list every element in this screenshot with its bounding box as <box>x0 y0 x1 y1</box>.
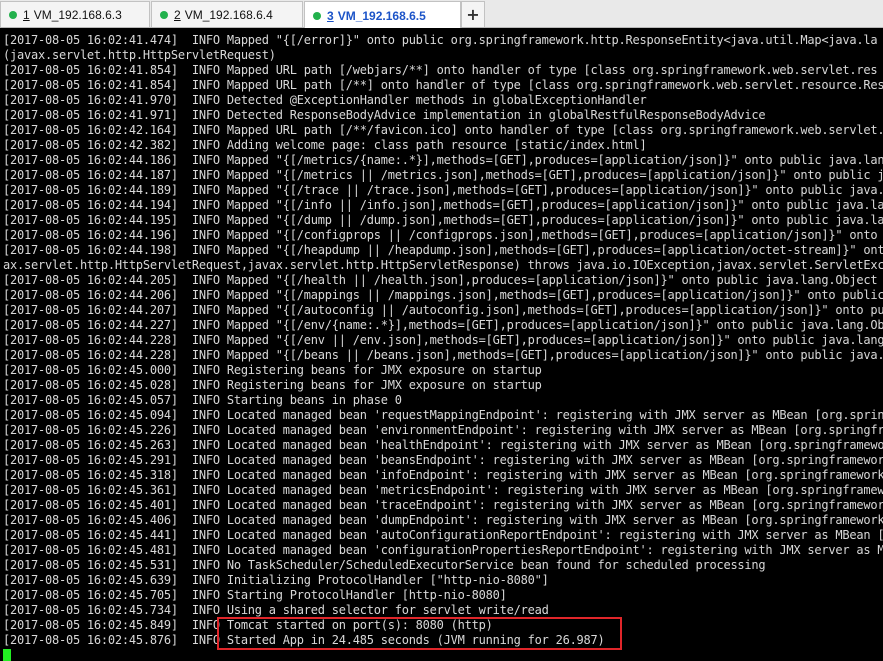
log-line: [2017-08-05 16:02:44.187] INFO Mapped "{… <box>3 168 883 182</box>
new-tab-plus-icon[interactable]: + <box>461 1 485 27</box>
log-line: [2017-08-05 16:02:45.057] INFO Starting … <box>3 393 402 407</box>
terminal-cursor <box>3 649 11 661</box>
log-line: [2017-08-05 16:02:41.854] INFO Mapped UR… <box>3 63 878 77</box>
log-line: [2017-08-05 16:02:44.228] INFO Mapped "{… <box>3 348 883 362</box>
log-line: [2017-08-05 16:02:41.474] INFO Mapped "{… <box>3 33 878 47</box>
log-line: [2017-08-05 16:02:44.227] INFO Mapped "{… <box>3 318 883 332</box>
terminal-output[interactable]: [2017-08-05 16:02:41.474] INFO Mapped "{… <box>0 28 883 661</box>
terminal-window: 1 VM_192.168.6.3 2 VM_192.168.6.4 3 VM_1… <box>0 0 883 661</box>
log-line: [2017-08-05 16:02:45.263] INFO Located m… <box>3 438 883 452</box>
log-line: [2017-08-05 16:02:44.186] INFO Mapped "{… <box>3 153 883 167</box>
log-line: [2017-08-05 16:02:44.189] INFO Mapped "{… <box>3 183 883 197</box>
log-line: [2017-08-05 16:02:41.854] INFO Mapped UR… <box>3 78 883 92</box>
session-tab-number: 2 <box>174 7 181 22</box>
log-line: [2017-08-05 16:02:45.734] INFO Using a s… <box>3 603 549 617</box>
log-line: [2017-08-05 16:02:41.971] INFO Detected … <box>3 108 766 122</box>
log-line: [2017-08-05 16:02:44.198] INFO Mapped "{… <box>3 243 883 257</box>
log-line: [2017-08-05 16:02:45.226] INFO Located m… <box>3 423 883 437</box>
log-line: [2017-08-05 16:02:45.028] INFO Registeri… <box>3 378 542 392</box>
log-line: [2017-08-05 16:02:44.206] INFO Mapped "{… <box>3 288 883 302</box>
log-line: [2017-08-05 16:02:44.195] INFO Mapped "{… <box>3 213 883 227</box>
log-line: [2017-08-05 16:02:44.205] INFO Mapped "{… <box>3 273 883 287</box>
log-line: [2017-08-05 16:02:44.194] INFO Mapped "{… <box>3 198 883 212</box>
log-line: [2017-08-05 16:02:45.094] INFO Located m… <box>3 408 883 422</box>
log-line: [2017-08-05 16:02:45.361] INFO Located m… <box>3 483 883 497</box>
log-line: [2017-08-05 16:02:45.849] INFO Tomcat st… <box>3 618 493 632</box>
log-line: [2017-08-05 16:02:42.164] INFO Mapped UR… <box>3 123 883 137</box>
connected-status-icon <box>9 10 17 19</box>
session-tab-1[interactable]: 1 VM_192.168.6.3 <box>0 1 150 27</box>
log-line: [2017-08-05 16:02:45.705] INFO Starting … <box>3 588 507 602</box>
log-line: [2017-08-05 16:02:45.639] INFO Initializ… <box>3 573 549 587</box>
log-line: [2017-08-05 16:02:44.228] INFO Mapped "{… <box>3 333 883 347</box>
log-line: [2017-08-05 16:02:45.876] INFO Started A… <box>3 633 605 647</box>
log-line: [2017-08-05 16:02:45.000] INFO Registeri… <box>3 363 542 377</box>
session-tab-2[interactable]: 2 VM_192.168.6.4 <box>151 1 303 27</box>
connected-status-icon <box>160 10 168 19</box>
log-line: [2017-08-05 16:02:45.481] INFO Located m… <box>3 543 883 557</box>
log-line: [2017-08-05 16:02:45.406] INFO Located m… <box>3 513 883 527</box>
session-tab-label: VM_192.168.6.4 <box>184 7 273 22</box>
log-line: [2017-08-05 16:02:42.382] INFO Adding we… <box>3 138 647 152</box>
session-tab-label: VM_192.168.6.3 <box>33 7 122 22</box>
log-line: [2017-08-05 16:02:41.970] INFO Detected … <box>3 93 647 107</box>
connected-status-icon <box>313 11 321 20</box>
log-line: [2017-08-05 16:02:45.531] INFO No TaskSc… <box>3 558 766 572</box>
session-tab-number: 1 <box>23 7 30 22</box>
log-line: [2017-08-05 16:02:45.441] INFO Located m… <box>3 528 883 542</box>
session-tab-number: 3 <box>327 8 334 23</box>
session-tab-bar: 1 VM_192.168.6.3 2 VM_192.168.6.4 3 VM_1… <box>0 0 883 29</box>
log-line: [2017-08-05 16:02:44.207] INFO Mapped "{… <box>3 303 883 317</box>
session-tab-3[interactable]: 3 VM_192.168.6.5 <box>304 1 461 29</box>
log-line: ax.servlet.http.HttpServletRequest,javax… <box>3 258 883 272</box>
log-line: [2017-08-05 16:02:45.291] INFO Located m… <box>3 453 883 467</box>
log-line: [2017-08-05 16:02:45.318] INFO Located m… <box>3 468 883 482</box>
log-line: [2017-08-05 16:02:45.401] INFO Located m… <box>3 498 883 512</box>
log-lines: [2017-08-05 16:02:41.474] INFO Mapped "{… <box>3 33 883 648</box>
log-line: (javax.servlet.http.HttpServletRequest) <box>3 48 276 62</box>
session-tab-label: VM_192.168.6.5 <box>337 8 426 23</box>
log-line: [2017-08-05 16:02:44.196] INFO Mapped "{… <box>3 228 883 242</box>
